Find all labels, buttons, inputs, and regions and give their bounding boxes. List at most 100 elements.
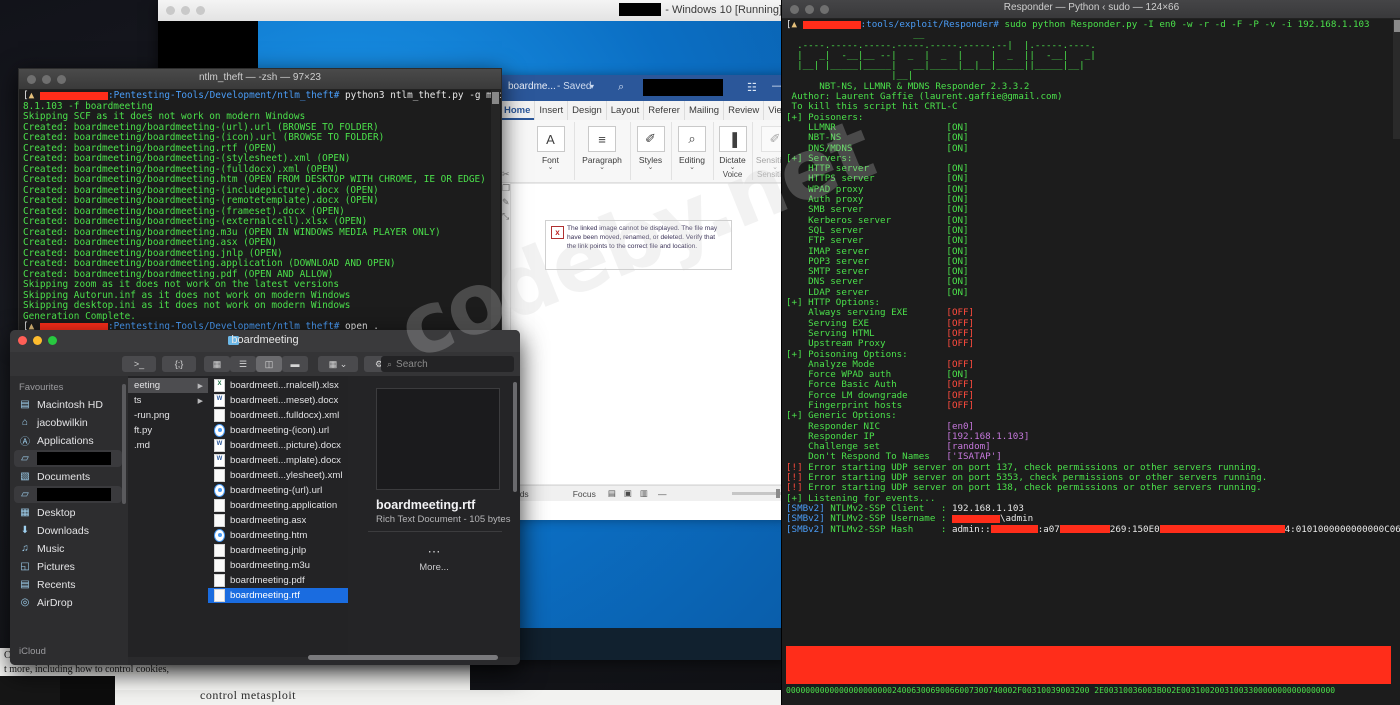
finder-col1-item[interactable]: ts▶ (128, 393, 208, 408)
responder-scrollbar[interactable] (1393, 19, 1400, 139)
word-tab-mailing[interactable]: Mailing (685, 101, 724, 120)
focus-mode-button[interactable]: Focus (573, 489, 596, 499)
finder-file-row[interactable]: boardmeeting-(url).url (208, 483, 348, 498)
word-group-editing[interactable]: ⌕Editing⌄ (671, 122, 714, 180)
finder-file-row[interactable]: boardmeeti...picture).docx (208, 438, 348, 453)
list-view-icon[interactable]: ☰ (230, 356, 256, 372)
clipboard-icon-0[interactable]: ✂ (502, 169, 512, 180)
chevron-down-icon[interactable]: ⌄ (689, 165, 695, 171)
sidebar-item-applications[interactable]: ⒶApplications (14, 432, 122, 449)
finder-column-2[interactable]: boardmeeti...rnalcell).xlsxboardmeeti...… (208, 376, 349, 657)
zoom-out-icon[interactable]: — (658, 489, 667, 499)
word-tab-insert[interactable]: Insert (535, 101, 568, 120)
code-icon[interactable]: {;} (162, 356, 196, 372)
font-icon[interactable]: A (537, 126, 565, 152)
finder-sidebar[interactable]: Favourites iCloud ▤Macintosh HD⌂jacobwil… (10, 376, 128, 665)
terminal-ntlm-scrollbar[interactable] (491, 90, 500, 333)
dictate-icon[interactable]: ▐ (719, 126, 747, 152)
word-group-dictate[interactable]: ▐Dictate⌄Voice (713, 122, 753, 180)
chevron-down-icon[interactable]: ⌄ (599, 165, 605, 171)
editing-icon[interactable]: ⌕ (678, 126, 706, 152)
word-ribbon-tabs[interactable]: HomeInsertDesignLayoutRefererMailingRevi… (500, 101, 790, 122)
chevron-down-icon[interactable]: ⌄ (548, 165, 554, 171)
terminal-ntlm-theft[interactable]: ntlm_theft — -zsh — 97×23 [▲ :Pentesting… (18, 68, 502, 335)
terminal-ntlm-output[interactable]: [▲ :Pentesting-Tools/Development/ntlm_th… (19, 89, 501, 334)
finder-file-row[interactable]: boardmeeting.asx (208, 513, 348, 528)
finder-file-row[interactable]: boardmeeti...fulldocx).xml (208, 408, 348, 423)
finder-preview-pane[interactable]: boardmeeting.rtf Rich Text Document - 10… (348, 376, 520, 657)
finder-toolbar[interactable]: >_ {;} ▦ ☰ ◫ ▬ ▦ ⌄ ⚙ ⌄ ⇧ ◯ ⌕ Search (10, 352, 520, 377)
sidebar-item-recents[interactable]: ▤Recents (14, 576, 122, 593)
word-group-styles[interactable]: ✐Styles⌄ (630, 122, 672, 180)
chevron-down-icon[interactable]: ⌄ (648, 165, 654, 171)
group-by-icon[interactable]: ▦ ⌄ (318, 356, 358, 372)
terminal-icon[interactable]: >_ (122, 356, 156, 372)
print-layout-icon[interactable]: ▣ (624, 488, 632, 499)
finder-col1-item[interactable]: ft.py (128, 423, 208, 438)
word-status-bar[interactable]: words Focus ▤ ▣ ▥ — (500, 485, 790, 501)
finder-col1-item[interactable]: -run.png (128, 408, 208, 423)
sidebar-item-desktop[interactable]: ▦Desktop (14, 504, 122, 521)
finder-file-row[interactable]: boardmeeti...meset).docx (208, 393, 348, 408)
sidebar-item-airdrop[interactable]: ◎AirDrop (14, 594, 122, 611)
sidebar-item-downloads[interactable]: ⬇Downloads (14, 522, 122, 539)
preview-scrollbar[interactable] (513, 382, 517, 492)
finder-file-row[interactable]: boardmeeting.jnlp (208, 543, 348, 558)
word-ribbon[interactable]: ✂❐✎⤡ AFont⌄≡Paragraph⌄✐Styles⌄⌕Editing⌄▐… (500, 120, 790, 183)
sidebar-item-documents[interactable]: ▧Documents (14, 468, 122, 485)
responder-output[interactable]: [▲ :tools/exploit/Responder# sudo python… (782, 18, 1400, 705)
word-tab-design[interactable]: Design (568, 101, 607, 120)
paragraph-icon[interactable]: ≡ (588, 126, 616, 152)
read-mode-icon[interactable]: ▥ (640, 488, 648, 499)
finder-file-row[interactable]: boardmeeting.rtf (208, 588, 348, 603)
web-layout-icon[interactable]: ▤ (608, 488, 616, 499)
finder-file-row[interactable]: boardmeeting.m3u (208, 558, 348, 573)
word-window[interactable]: boardme... - Saved ▾ ⌕ ☷ — HomeInsertDes… (500, 75, 790, 520)
gallery-view-icon[interactable]: ▬ (282, 356, 308, 372)
word-tab-review[interactable]: Review (724, 101, 764, 120)
finder-file-row[interactable]: boardmeeti...mplate).docx (208, 453, 348, 468)
finder-horizontal-scrollbar[interactable] (128, 655, 520, 660)
word-tab-layout[interactable]: Layout (607, 101, 645, 120)
sidebar-scrollbar[interactable] (122, 384, 126, 504)
close-button[interactable] (166, 6, 175, 15)
terminal-ntlm-titlebar[interactable]: ntlm_theft — -zsh — 97×23 (19, 69, 501, 90)
word-tab-home[interactable]: Home (500, 101, 535, 120)
finder-window[interactable]: boardmeeting >_ {;} ▦ ☰ ◫ ▬ ▦ ⌄ ⚙ ⌄ ⇧ ◯ … (10, 330, 520, 665)
finder-file-row[interactable]: boardmeeting.application (208, 498, 348, 513)
sidebar-item-pictures[interactable]: ◱Pictures (14, 558, 122, 575)
finder-file-row[interactable]: boardmeeti...rnalcell).xlsx (208, 378, 348, 393)
sidebar-item-macintosh-hd[interactable]: ▤Macintosh HD (14, 396, 122, 413)
word-group-paragraph[interactable]: ≡Paragraph⌄ (574, 122, 631, 180)
word-titlebar[interactable]: boardme... - Saved ▾ ⌕ ☷ — (500, 75, 790, 101)
maximize-button[interactable] (196, 6, 205, 15)
responder-titlebar[interactable]: Responder — Python ‹ sudo — 124×66 (782, 0, 1400, 19)
minimize-button[interactable] (181, 6, 190, 15)
finder-file-row[interactable]: boardmeeting.pdf (208, 573, 348, 588)
zoom-slider-knob[interactable] (776, 489, 780, 498)
sidebar-item-redacted-3[interactable]: ▱ (14, 450, 122, 467)
word-tab-referer[interactable]: Referer (644, 101, 685, 120)
chevron-down-icon[interactable]: ▾ (590, 82, 594, 91)
finder-titlebar[interactable]: boardmeeting (10, 330, 520, 352)
sidebar-item-jacobwilkin[interactable]: ⌂jacobwilkin (14, 414, 122, 431)
ribbon-display-icon[interactable]: ☷ (747, 81, 757, 94)
finder-file-row[interactable]: boardmeeting.htm (208, 528, 348, 543)
icon-view-icon[interactable]: ▦ (204, 356, 230, 372)
more-icon[interactable]: ⋯ (348, 544, 520, 560)
finder-file-row[interactable]: boardmeeti...ylesheet).xml (208, 468, 348, 483)
styles-icon[interactable]: ✐ (637, 126, 665, 152)
virtualbox-titlebar[interactable]: - Windows 10 [Running] (158, 0, 790, 22)
terminal-responder[interactable]: Responder — Python ‹ sudo — 124×66 [▲ :t… (781, 0, 1400, 705)
word-group-font[interactable]: AFont⌄ (527, 122, 575, 180)
finder-col1-item[interactable]: eeting▶ (128, 378, 208, 393)
window-controls[interactable] (166, 6, 205, 15)
sidebar-item-redacted-5[interactable]: ▱ (14, 486, 122, 503)
more-label[interactable]: More... (348, 562, 520, 573)
column-view-icon[interactable]: ◫ (256, 356, 282, 372)
finder-column-1[interactable]: eeting▶ts▶-run.pngft.py.md (128, 376, 209, 657)
search-icon[interactable]: ⌕ (618, 81, 624, 94)
finder-col1-item[interactable]: .md (128, 438, 208, 453)
sidebar-item-music[interactable]: ♫Music (14, 540, 122, 557)
finder-file-row[interactable]: boardmeeting-(icon).url (208, 423, 348, 438)
